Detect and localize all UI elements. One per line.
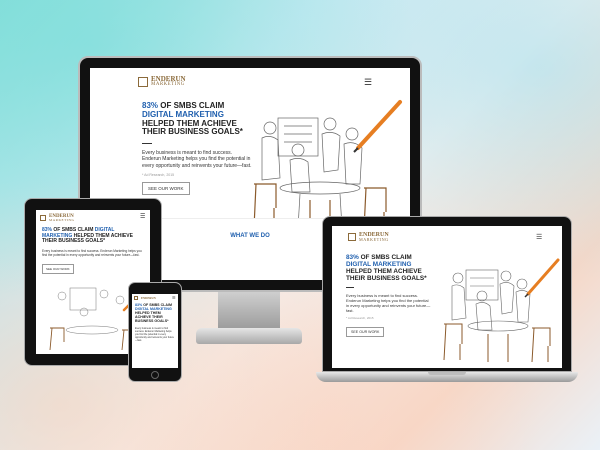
hero-pct: 83% xyxy=(346,254,359,261)
hamburger-icon[interactable]: ☰ xyxy=(364,78,372,87)
laptop-notch xyxy=(428,372,466,375)
hero-paragraph: Every business is meant to find success.… xyxy=(142,150,252,169)
phone-home-button[interactable] xyxy=(151,371,159,379)
hero-headline: 83% OF SMBS CLAIM DIGITAL MARKETING HELP… xyxy=(346,254,446,282)
hero-paragraph: Every business is meant to find success.… xyxy=(42,248,142,257)
desktop-logo[interactable]: ENDERUN MARKETING xyxy=(138,76,186,88)
phone-hero: 83% OF SMBS CLAIM DIGITAL MARKETING HELP… xyxy=(135,303,175,341)
hero-pct: 83% xyxy=(142,101,159,110)
brand-tagline: MARKETING xyxy=(151,82,185,87)
hero-line2: DIGITAL MARKETING xyxy=(346,261,412,269)
hero-line3: HELPED THEM ACHIEVE xyxy=(142,118,237,128)
hero-line2: DIGITAL MARKETING xyxy=(142,109,224,119)
monitor-stand-base xyxy=(196,328,302,344)
laptop-screen: ENDERUN MARKETING ☰ 83% OF SMBS CLAIM DIG… xyxy=(332,226,562,368)
phone-device: ENDERUN ☰ 83% OF SMBS CLAIM DIGITAL MARK… xyxy=(128,282,182,382)
laptop-device: ENDERUN MARKETING ☰ 83% OF SMBS CLAIM DIG… xyxy=(316,216,578,386)
pencil-icon xyxy=(526,258,560,296)
hero-headline: 83% OF SMBS CLAIM DIGITAL MARKETING HELP… xyxy=(135,303,175,324)
hero-divider xyxy=(346,287,354,289)
enderun-logo-icon xyxy=(40,215,46,222)
hero-paragraph: Every business is meant to find success.… xyxy=(346,293,431,314)
enderun-logo-icon xyxy=(348,233,356,242)
hero-headline: 83% OF SMBS CLAIM DIGITAL MARKETING HELP… xyxy=(142,101,252,137)
hero-line1: OF SMBS CLAIM xyxy=(358,254,412,261)
see-our-work-button[interactable]: SEE OUR WORK xyxy=(346,327,385,338)
hero-line4: THEIR BUSINESS GOALS* xyxy=(346,275,427,283)
desktop-hero: 83% OF SMBS CLAIM DIGITAL MARKETING HELP… xyxy=(142,101,252,195)
hero-sketch-illustration xyxy=(436,248,560,366)
hero-line4: THEIR BUSINESS GOALS* xyxy=(42,238,106,244)
tablet-logo[interactable]: ENDERUN MARKETING xyxy=(40,214,75,223)
enderun-logo-icon xyxy=(138,76,148,87)
pencil-icon xyxy=(356,100,402,150)
hero-headline: 83% OF SMBS CLAIM DIGITAL MARKETING HELP… xyxy=(42,227,142,245)
hero-paragraph: Every business is meant to find success.… xyxy=(135,326,174,341)
hamburger-icon[interactable]: ☰ xyxy=(172,296,176,300)
phone-screen: ENDERUN ☰ 83% OF SMBS CLAIM DIGITAL MARK… xyxy=(132,294,178,368)
hero-divider xyxy=(142,143,152,145)
hamburger-icon[interactable]: ☰ xyxy=(140,214,145,220)
brand-tagline: MARKETING xyxy=(49,218,75,222)
hero-footnote: * Ad Research, 2015 xyxy=(142,172,175,177)
hero-line4: THEIR BUSINESS GOALS* xyxy=(142,127,243,137)
enderun-logo-icon xyxy=(134,296,138,300)
hero-line3: HELPED THEM ACHIEVE xyxy=(346,268,422,276)
phone-logo[interactable]: ENDERUN xyxy=(134,296,156,300)
laptop-hero: 83% OF SMBS CLAIM DIGITAL MARKETING HELP… xyxy=(346,254,446,338)
hero-footnote: * Ad Research, 2015 xyxy=(346,316,374,321)
brand-tagline: MARKETING xyxy=(359,237,389,242)
hamburger-icon[interactable]: ☰ xyxy=(536,234,542,241)
brand-name: ENDERUN xyxy=(141,295,156,300)
monitor-stand-neck xyxy=(218,292,280,328)
hero-line1: OF SMBS CLAIM xyxy=(158,101,225,110)
see-our-work-button[interactable]: SEE OUR WORK xyxy=(42,263,74,274)
laptop-logo[interactable]: ENDERUN MARKETING xyxy=(348,232,389,242)
tablet-hero: 83% OF SMBS CLAIM DIGITAL MARKETING HELP… xyxy=(42,227,142,275)
see-our-work-button[interactable]: SEE OUR WORK xyxy=(142,181,190,195)
